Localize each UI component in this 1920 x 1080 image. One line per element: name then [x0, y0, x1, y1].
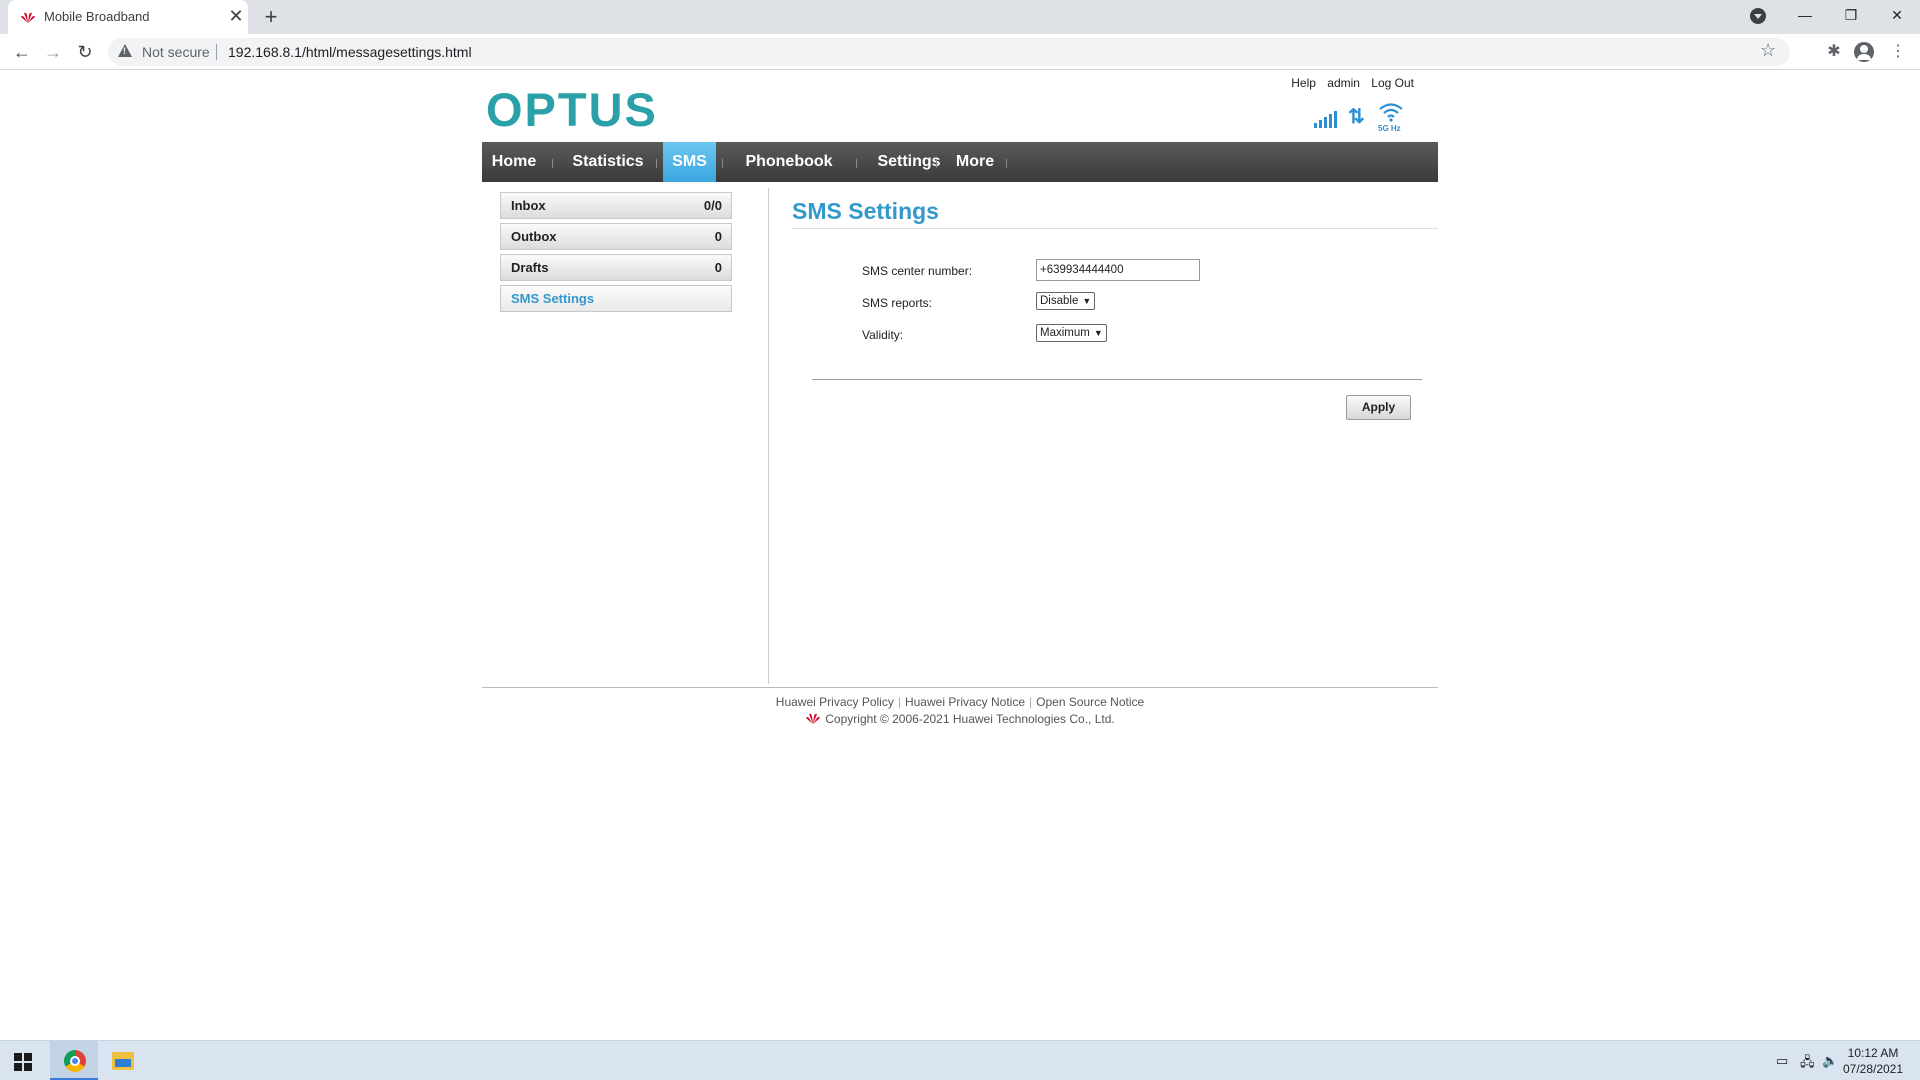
huawei-logo-icon	[806, 713, 821, 724]
address-bar[interactable]: Not secure 192.168.8.1/html/messagesetti…	[108, 38, 1790, 66]
back-icon[interactable]: ←	[10, 40, 34, 64]
security-label[interactable]: Not secure	[142, 44, 210, 60]
battery-icon[interactable]: ▭	[1776, 1053, 1788, 1069]
apply-button[interactable]: Apply	[1346, 395, 1411, 420]
nav-separator	[722, 159, 723, 168]
huawei-logo-icon	[21, 12, 35, 23]
footer-links: Huawei Privacy Policy | Huawei Privacy Not…	[482, 695, 1438, 709]
minimize-button[interactable]: —	[1782, 0, 1828, 30]
omnibox-divider	[216, 44, 217, 60]
extensions-icon[interactable]: ✱	[1822, 40, 1846, 64]
sidebar-item-label: Drafts	[511, 260, 549, 275]
windows-taskbar: ▭ 🖧 🔈 10:12 AM 07/28/2021	[0, 1040, 1920, 1080]
copyright: Copyright © 2006-2021 Huawei Technologie…	[482, 712, 1438, 726]
footer-divider	[482, 687, 1438, 688]
page-title: SMS Settings	[792, 198, 939, 224]
nav-home[interactable]: Home	[482, 142, 546, 182]
sms-reports-label: SMS reports:	[862, 296, 933, 310]
sidebar-item-label: SMS Settings	[511, 291, 595, 306]
reload-icon[interactable]: ↻	[73, 40, 97, 64]
outbox-count: 0	[714, 229, 722, 244]
nav-separator	[552, 159, 553, 168]
user-link[interactable]: admin	[1327, 76, 1360, 90]
sidebar-item-label: Outbox	[511, 229, 557, 244]
browser-tab-bar: Mobile Broadband ✕ + — ❐ ✕	[0, 0, 1920, 34]
tab-close-icon[interactable]: ✕	[226, 6, 246, 26]
router-page: OPTUS Help admin Log Out ⇅ 5G Hz Home St…	[482, 70, 1438, 740]
privacy-policy-link[interactable]: Huawei Privacy Policy	[776, 695, 894, 709]
chevron-down-icon: ▼	[1082, 296, 1092, 306]
close-window-button[interactable]: ✕	[1874, 0, 1920, 30]
volume-icon[interactable]: 🔈	[1822, 1053, 1838, 1069]
sms-center-input[interactable]	[1036, 259, 1200, 281]
forward-icon[interactable]: →	[41, 40, 65, 64]
nav-separator	[656, 159, 657, 168]
sms-sidebar: Inbox 0/0 Outbox 0 Drafts 0 SMS Settings	[500, 192, 732, 316]
restore-button[interactable]: ❐	[1828, 0, 1874, 30]
sidebar-item-outbox[interactable]: Outbox 0	[500, 223, 732, 250]
url-text[interactable]: 192.168.8.1/html/messagesettings.html	[228, 44, 472, 60]
help-link[interactable]: Help	[1291, 76, 1316, 90]
warning-icon[interactable]	[118, 44, 132, 57]
file-explorer-icon[interactable]	[112, 1052, 134, 1070]
privacy-notice-link[interactable]: Huawei Privacy Notice	[905, 695, 1025, 709]
network-icon[interactable]: 🖧	[1800, 1053, 1815, 1075]
bookmark-star-icon[interactable]: ☆	[1760, 40, 1776, 61]
chevron-down-icon: ▼	[1093, 328, 1103, 338]
title-underline	[792, 228, 1438, 229]
browser-tab[interactable]: Mobile Broadband ✕	[8, 0, 248, 34]
sms-reports-value: Disable	[1040, 295, 1079, 307]
sidebar-item-label: Inbox	[511, 198, 546, 213]
taskbar-clock[interactable]: 10:12 AM 07/28/2021	[1838, 1045, 1908, 1077]
nav-sms[interactable]: SMS	[663, 142, 716, 182]
clock-date: 07/28/2021	[1842, 1062, 1904, 1076]
validity-select[interactable]: Maximum ▼	[1036, 324, 1107, 342]
profile-avatar-icon[interactable]	[1854, 42, 1874, 62]
validity-value: Maximum	[1040, 327, 1090, 339]
browser-toolbar: ← → ↻ Not secure 192.168.8.1/html/messag…	[0, 34, 1920, 70]
optus-logo: OPTUS	[486, 83, 658, 136]
sms-reports-select[interactable]: Disable ▼	[1036, 292, 1096, 310]
tab-title: Mobile Broadband	[44, 9, 150, 24]
content-divider	[768, 188, 769, 684]
tab-search-icon[interactable]	[1750, 8, 1766, 24]
drafts-count: 0	[714, 260, 722, 275]
validity-label: Validity:	[862, 328, 904, 342]
wifi-band-label: 5G Hz	[1378, 124, 1401, 133]
nav-more[interactable]: More	[942, 142, 1008, 182]
data-transfer-icon: ⇅	[1348, 106, 1365, 128]
nav-statistics[interactable]: Statistics	[558, 142, 658, 182]
sidebar-item-sms-settings[interactable]: SMS Settings	[500, 285, 732, 312]
windows-start-icon[interactable]	[14, 1053, 32, 1071]
nav-separator	[856, 159, 857, 168]
sidebar-item-inbox[interactable]: Inbox 0/0	[500, 192, 732, 219]
chrome-icon	[64, 1050, 86, 1072]
copyright-text: Copyright © 2006-2021 Huawei Technologie…	[825, 712, 1115, 726]
main-nav: Home Statistics SMS Phonebook Settings M…	[482, 142, 1438, 182]
footer-separator: |	[897, 695, 901, 709]
form-divider	[812, 379, 1422, 380]
logout-link[interactable]: Log Out	[1371, 76, 1414, 90]
nav-separator	[1006, 159, 1007, 168]
sidebar-item-drafts[interactable]: Drafts 0	[500, 254, 732, 281]
clock-time: 10:12 AM	[1847, 1046, 1899, 1060]
browser-menu-icon[interactable]: ⋮	[1886, 40, 1910, 64]
sms-center-label: SMS center number:	[862, 264, 973, 278]
taskbar-chrome-button[interactable]	[50, 1041, 98, 1080]
nav-separator	[936, 159, 937, 168]
top-links: Help admin Log Out	[1283, 76, 1414, 90]
open-source-link[interactable]: Open Source Notice	[1036, 695, 1144, 709]
nav-phonebook[interactable]: Phonebook	[728, 142, 850, 182]
new-tab-button[interactable]: +	[258, 4, 284, 30]
status-icons: ⇅ 5G Hz	[1310, 102, 1420, 136]
inbox-count: 0/0	[703, 198, 722, 213]
wifi-icon	[1379, 103, 1403, 122]
footer-separator: |	[1029, 695, 1033, 709]
